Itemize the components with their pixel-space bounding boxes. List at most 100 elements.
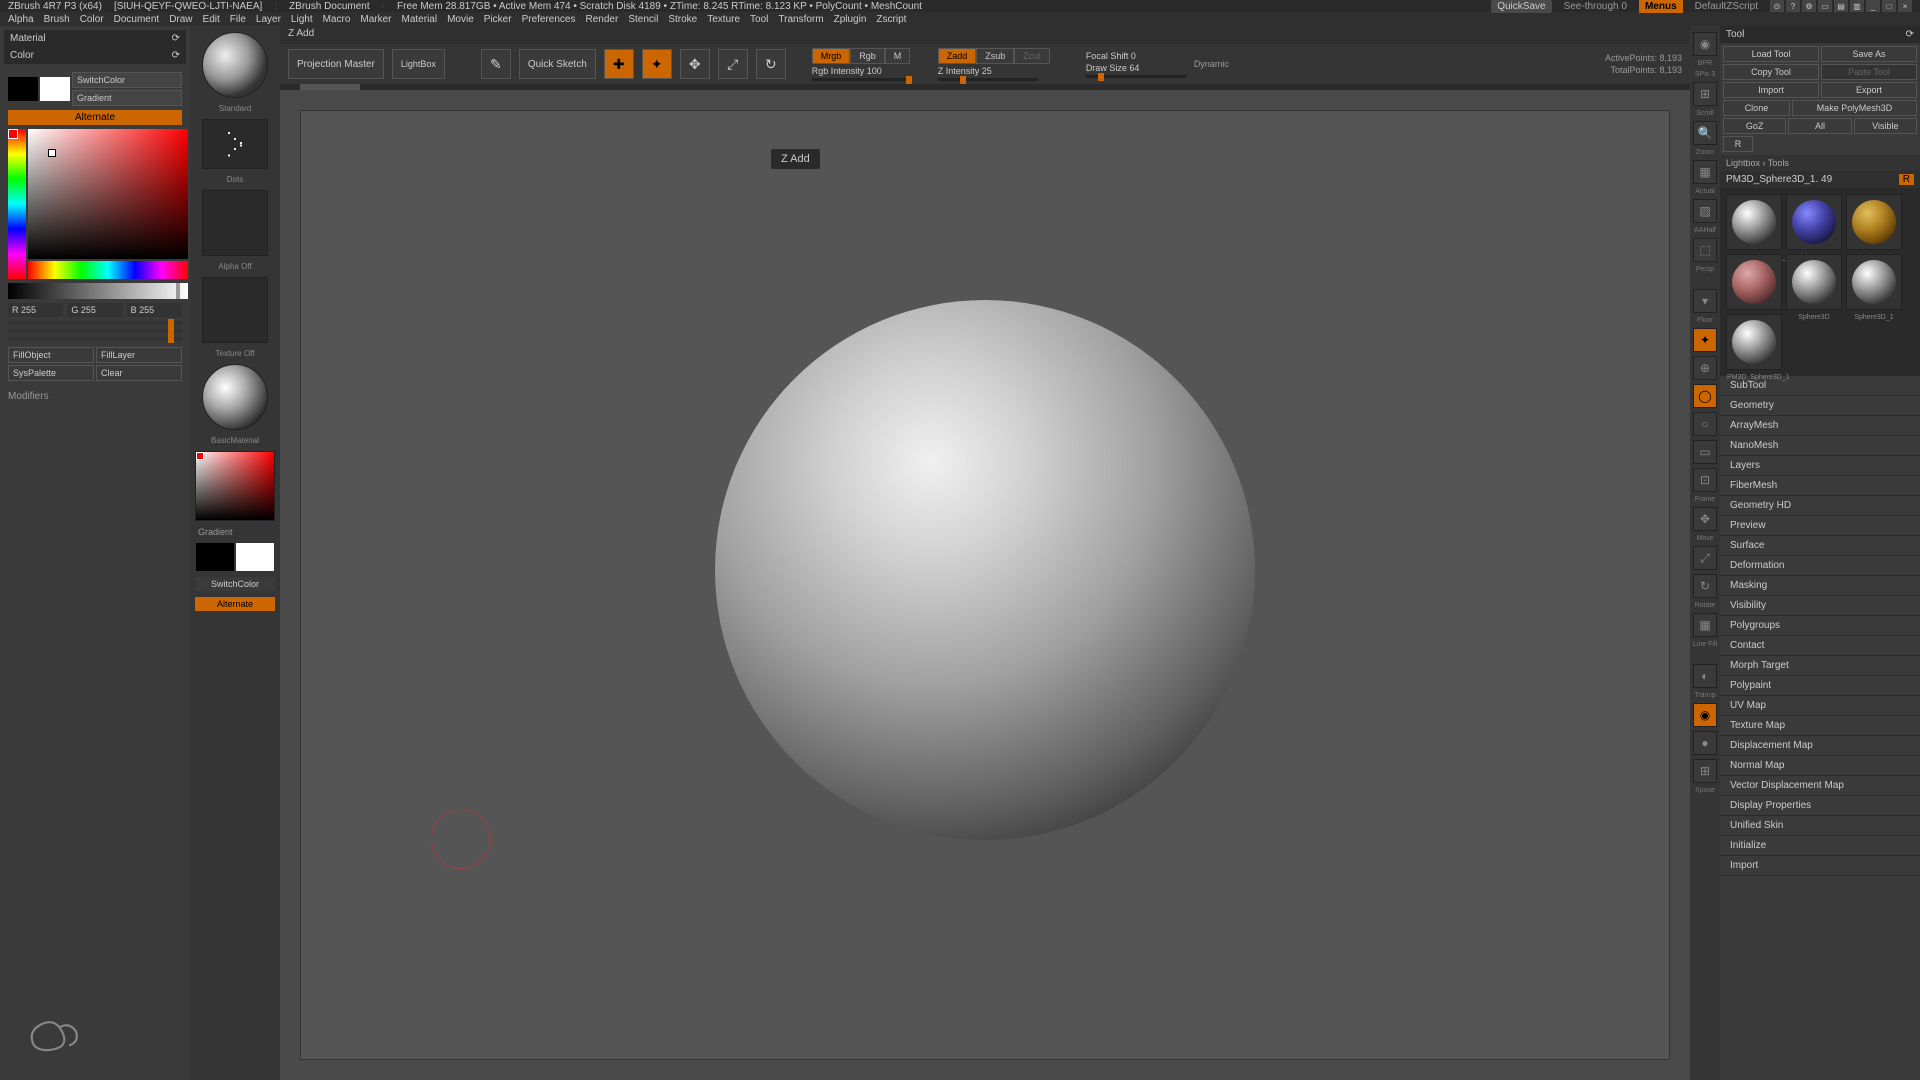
pastetool-button[interactable]: Paste Tool: [1821, 64, 1917, 80]
acc-polypaint[interactable]: Polypaint: [1720, 676, 1920, 696]
saveas-button[interactable]: Save As: [1821, 46, 1917, 62]
menu-alpha[interactable]: Alpha: [8, 14, 34, 25]
menu-edit[interactable]: Edit: [203, 14, 220, 25]
menu-picker[interactable]: Picker: [484, 14, 512, 25]
clear-button[interactable]: Clear: [96, 365, 182, 381]
acc-displayprops[interactable]: Display Properties: [1720, 796, 1920, 816]
tool-thumb-3[interactable]: EraserBrush: [1726, 254, 1782, 310]
import-button[interactable]: Import: [1723, 82, 1819, 98]
refresh-icon[interactable]: ⟳: [172, 50, 180, 61]
clone-button[interactable]: Clone: [1723, 100, 1790, 116]
acc-morphtarget[interactable]: Morph Target: [1720, 656, 1920, 676]
ghost-button[interactable]: ◉: [1693, 703, 1717, 727]
help-icon[interactable]: ?: [1786, 0, 1800, 12]
zcut-mode[interactable]: Zcut: [1014, 48, 1050, 64]
menu-zscript[interactable]: Zscript: [876, 14, 906, 25]
acc-visibility[interactable]: Visibility: [1720, 596, 1920, 616]
mini-white-swatch[interactable]: [236, 543, 274, 571]
acc-geometryhd[interactable]: Geometry HD: [1720, 496, 1920, 516]
material-header[interactable]: Material ⟳: [4, 30, 186, 47]
secondary-color-swatch[interactable]: [8, 77, 38, 101]
alternate-mini[interactable]: Alternate: [195, 597, 275, 611]
menu-layer[interactable]: Layer: [256, 14, 281, 25]
menus-button[interactable]: Menus: [1639, 0, 1683, 13]
solo-button[interactable]: ●: [1693, 731, 1717, 755]
edit-button[interactable]: ✚: [604, 49, 634, 79]
goz-button[interactable]: GoZ: [1723, 118, 1786, 134]
draw-size[interactable]: Draw Size 64: [1086, 63, 1186, 73]
persp-button[interactable]: ⬚: [1693, 238, 1717, 262]
close-icon[interactable]: ×: [1898, 0, 1912, 12]
menu-material[interactable]: Material: [402, 14, 438, 25]
config-icon[interactable]: ⚙: [1802, 0, 1816, 12]
menu-tool[interactable]: Tool: [750, 14, 768, 25]
acc-uvmap[interactable]: UV Map: [1720, 696, 1920, 716]
layout2-icon[interactable]: ▤: [1834, 0, 1848, 12]
acc-layers[interactable]: Layers: [1720, 456, 1920, 476]
circle-icon[interactable]: ○: [1693, 412, 1717, 436]
canvas-area[interactable]: Z Add: [280, 90, 1690, 1080]
mrgb-mode[interactable]: Mrgb: [812, 48, 851, 64]
lasso-button[interactable]: ◯: [1693, 384, 1717, 408]
projection-master-button[interactable]: Projection Master: [288, 49, 384, 79]
menu-macro[interactable]: Macro: [323, 14, 351, 25]
acc-contact[interactable]: Contact: [1720, 636, 1920, 656]
color-picker[interactable]: [8, 129, 188, 279]
switchcolor-button[interactable]: SwitchColor: [72, 72, 182, 88]
brush-thumbnail[interactable]: [202, 32, 268, 98]
transp-button[interactable]: ◐: [1693, 664, 1717, 688]
stroke-thumbnail[interactable]: ⋱⋰: [202, 119, 268, 169]
m-mode[interactable]: M: [885, 48, 911, 64]
move-button[interactable]: ✥: [680, 49, 710, 79]
menu-render[interactable]: Render: [586, 14, 619, 25]
scale-nav-button[interactable]: ⤢: [1693, 546, 1717, 570]
lightbox-tools[interactable]: Lightbox › Tools: [1720, 155, 1920, 171]
lightbox-button[interactable]: LightBox: [392, 49, 445, 79]
acc-fibermesh[interactable]: FiberMesh: [1720, 476, 1920, 496]
menu-light[interactable]: Light: [291, 14, 313, 25]
z-intensity[interactable]: Z Intensity 25: [938, 66, 1050, 76]
acc-import[interactable]: Import: [1720, 856, 1920, 876]
quicksave-button[interactable]: QuickSave: [1491, 0, 1551, 13]
fillobject-button[interactable]: FillObject: [8, 347, 94, 363]
acc-surface[interactable]: Surface: [1720, 536, 1920, 556]
default-script[interactable]: DefaultZScript: [1695, 1, 1758, 12]
tool-thumb-1[interactable]: AlphaBrush: [1786, 194, 1842, 250]
acc-arraymesh[interactable]: ArrayMesh: [1720, 416, 1920, 436]
texture-thumbnail[interactable]: [202, 277, 268, 343]
menu-color[interactable]: Color: [80, 14, 104, 25]
b-value[interactable]: B 255: [127, 303, 182, 317]
menu-texture[interactable]: Texture: [707, 14, 740, 25]
tool-thumb-5[interactable]: Sphere3D_1: [1846, 254, 1902, 310]
tool-thumb-0[interactable]: PM3D_Sphere3D_1: [1726, 194, 1782, 250]
loadtool-button[interactable]: Load Tool: [1723, 46, 1819, 62]
xpose-button[interactable]: ⊞: [1693, 759, 1717, 783]
primary-color-swatch[interactable]: [40, 77, 70, 101]
move-nav-button[interactable]: ✥: [1693, 507, 1717, 531]
menu-preferences[interactable]: Preferences: [522, 14, 576, 25]
minimize-icon[interactable]: _: [1866, 0, 1880, 12]
menu-document[interactable]: Document: [114, 14, 160, 25]
acc-geometry[interactable]: Geometry: [1720, 396, 1920, 416]
g-slider[interactable]: [8, 329, 182, 333]
floor-button[interactable]: ▾: [1693, 289, 1717, 313]
focal-shift[interactable]: Focal Shift 0: [1086, 51, 1186, 61]
zadd-mode[interactable]: Zadd: [938, 48, 977, 64]
tool-header[interactable]: Tool ⟳: [1720, 26, 1920, 43]
layout3-icon[interactable]: ▥: [1850, 0, 1864, 12]
acc-preview[interactable]: Preview: [1720, 516, 1920, 536]
maximize-icon[interactable]: □: [1882, 0, 1896, 12]
layout-icon[interactable]: ▭: [1818, 0, 1832, 12]
acc-displacementmap[interactable]: Displacement Map: [1720, 736, 1920, 756]
tool-thumb-4[interactable]: Sphere3D: [1786, 254, 1842, 310]
alpha-thumbnail[interactable]: [202, 190, 268, 256]
gradient-picker[interactable]: [195, 451, 275, 521]
acc-masking[interactable]: Masking: [1720, 576, 1920, 596]
material-thumbnail[interactable]: [202, 364, 268, 430]
menu-file[interactable]: File: [230, 14, 246, 25]
mini-black-swatch[interactable]: [196, 543, 234, 571]
scale-button[interactable]: ⤢: [718, 49, 748, 79]
r-value[interactable]: R 255: [8, 303, 63, 317]
acc-polygroups[interactable]: Polygroups: [1720, 616, 1920, 636]
modifiers-section[interactable]: Modifiers: [4, 387, 186, 406]
